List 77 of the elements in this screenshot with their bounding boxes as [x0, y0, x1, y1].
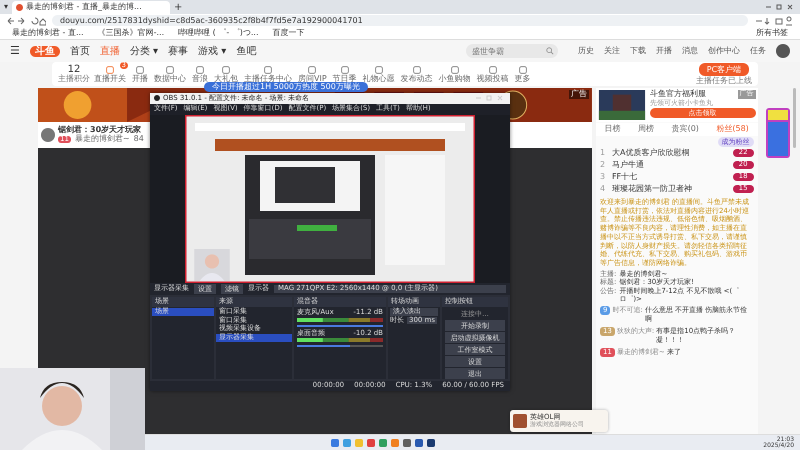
search-icon[interactable]: [546, 47, 554, 55]
nav-link[interactable]: 游戏 ▾: [198, 46, 226, 56]
header-link[interactable]: 开播: [656, 46, 672, 56]
fan-name: 璀璨花园第一防卫者神: [612, 184, 693, 194]
header-link[interactable]: 下载: [630, 46, 646, 56]
square-icon: [374, 64, 384, 75]
room-title: 锯剑君：30岁天才玩家: [58, 126, 142, 134]
toolbar-item[interactable]: 礼物心愿: [360, 64, 397, 84]
toolbar-item[interactable]: 更多: [512, 64, 533, 84]
toolbar-item[interactable]: 音浪: [190, 64, 210, 84]
ranking-tab[interactable]: 贵宾(0): [672, 125, 699, 134]
volume-slider[interactable]: [297, 324, 383, 327]
square-icon: [135, 64, 145, 75]
nav-link[interactable]: 赛事: [168, 46, 188, 56]
square-icon: [340, 64, 350, 75]
navigation-icon[interactable]: [6, 16, 46, 26]
rank-number: 3: [600, 172, 606, 182]
new-tab-button[interactable]: +: [174, 2, 182, 12]
toolbar-item[interactable]: 开播: [130, 64, 150, 84]
bookmark[interactable]: 哔哩哔哩 ( ゜- ゜)つ...: [178, 28, 259, 38]
toolbar-item[interactable]: 房间VIP: [296, 64, 329, 84]
scrollbar[interactable]: [793, 88, 796, 148]
app-icon: [513, 414, 527, 428]
volume-slider[interactable]: [297, 345, 350, 348]
fan-name: 大A优质客户欣欣慰桐: [612, 148, 690, 158]
square-icon: [488, 64, 498, 75]
square-icon: [165, 64, 175, 75]
square-icon: [518, 64, 528, 75]
square-icon: [263, 64, 273, 75]
header-link[interactable]: 消息: [682, 46, 698, 56]
browser-tab[interactable]: 暴走的博剑君 - 直播_暴走的博...: [12, 1, 170, 14]
square-icon: [450, 64, 460, 75]
tab-list-icon[interactable]: ▾: [4, 2, 8, 12]
square-icon: [195, 64, 205, 75]
nav-link[interactable]: 首页: [70, 46, 90, 56]
rank-number: 2: [600, 160, 606, 170]
header-link[interactable]: 创作中心: [708, 46, 740, 56]
header-link[interactable]: 关注: [604, 46, 620, 56]
site-icon: [16, 4, 24, 11]
bookmark[interactable]: 《三国杀》官网-...: [98, 28, 164, 38]
points-label: 主播积分: [58, 75, 90, 84]
bookmark[interactable]: 百度一下: [272, 28, 305, 38]
toolbar-item[interactable]: 大礼包: [212, 64, 240, 84]
nav-link[interactable]: 分类 ▾: [130, 46, 158, 56]
header-link[interactable]: 任务: [750, 46, 766, 56]
toolbar-item[interactable]: 主播任务中心: [242, 64, 294, 84]
rank-number: 4: [600, 184, 606, 194]
fan-name: 马户牛通: [612, 160, 645, 170]
browser-tools-icon[interactable]: [754, 16, 794, 26]
square-icon: [105, 64, 115, 75]
client-note: 主播任务已上线: [696, 76, 752, 86]
ranking-tab[interactable]: 周榜: [638, 125, 654, 134]
toolbar-item[interactable]: 视频投稿: [474, 64, 511, 84]
all-bookmarks-link[interactable]: 所有书签: [756, 28, 788, 38]
square-icon: [221, 64, 231, 75]
nav-link[interactable]: 鱼吧: [236, 46, 256, 56]
bookmark[interactable]: 暴走的博剑君 - 直...: [12, 28, 84, 38]
toolbar-item[interactable]: 小鱼购物: [436, 64, 473, 84]
address-bar[interactable]: douyu.com/2517831dyshid=c8d5ac-360935c2f8b4f7fd5e7a192900041701: [52, 15, 748, 26]
toolbar-item[interactable]: 数据中心: [152, 64, 188, 84]
points-count: 12: [68, 64, 80, 76]
toolbar-item[interactable]: 发布动态: [398, 64, 435, 84]
ad-title: 斗鱼官方福利服: [650, 90, 706, 99]
avatar[interactable]: [776, 44, 790, 58]
menu-icon[interactable]: ☰: [10, 44, 20, 58]
streamer-name: 暴走的博剑君~: [74, 135, 130, 144]
search-field[interactable]: 盛世争霸: [466, 44, 558, 58]
fan-count: 84: [134, 135, 144, 144]
rank-number: 1: [600, 148, 606, 158]
fan-name: FF十七: [612, 172, 638, 182]
header-link[interactable]: 历史: [578, 46, 594, 56]
streamer-avatar: [41, 128, 55, 142]
ranking-tab[interactable]: 日榜: [604, 125, 621, 134]
square-icon: [307, 64, 318, 75]
square-icon: [412, 64, 422, 75]
toolbar-item[interactable]: 节日季: [330, 64, 359, 84]
window-controls-icon[interactable]: [764, 2, 794, 12]
